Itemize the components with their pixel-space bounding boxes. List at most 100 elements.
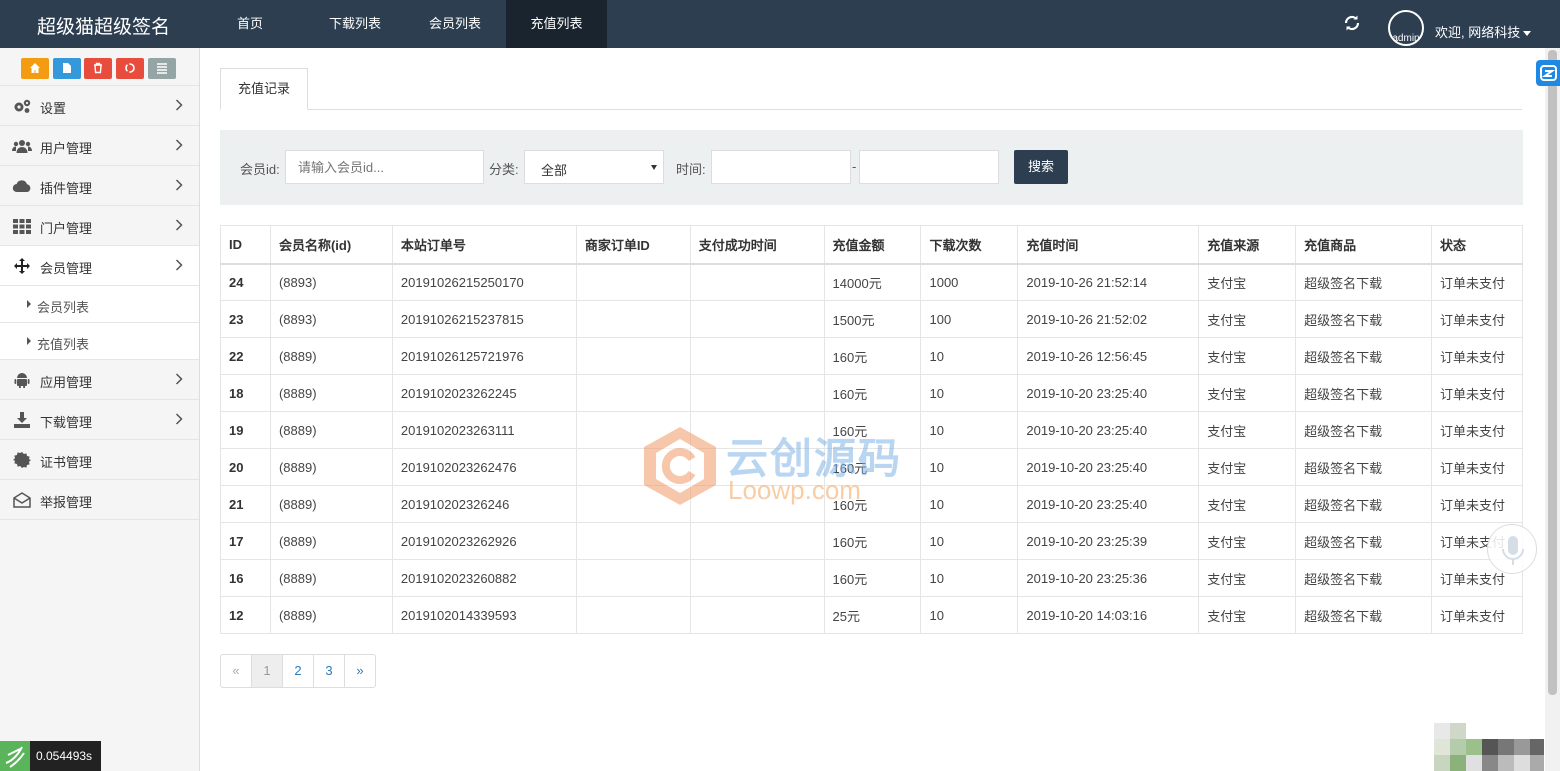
nav-home[interactable]: 首页 [212,0,288,48]
column-header: 商家订单ID [575,225,691,265]
nav-download-list[interactable]: 下载列表 [305,0,405,48]
page-1-button[interactable]: 1 [251,654,283,688]
home-shortcut-button[interactable] [21,58,49,79]
nav-member-list[interactable]: 会员列表 [405,0,505,48]
sidebar-item-reports[interactable]: 举报管理 [0,480,199,520]
top-navbar: 超级猫超级签名 首页 下载列表 会员列表 充值列表 admin 欢迎, 网络科技 [0,0,1560,48]
table-cell: 支付宝 [1198,522,1297,560]
chevron-right-icon [175,179,183,191]
tab-recharge-records[interactable]: 充值记录 [220,68,308,110]
table-cell: 2019-10-20 23:25:40 [1017,448,1200,486]
recycle-shortcut-button[interactable] [116,58,144,79]
table-cell: (8889) [269,411,393,449]
table-cell [689,559,825,597]
sidebar-subitem-recharge-list[interactable]: 充值列表 [0,323,199,360]
table-cell [575,559,691,597]
table-cell: 订单未支付 [1431,596,1523,634]
category-label: 分类: [489,162,519,177]
table-cell: (8889) [269,485,393,523]
sidebar-subitem-member-list[interactable]: 会员列表 [0,286,199,323]
android-icon [14,373,30,388]
sidebar-item-label: 会员管理 [40,261,93,276]
table-cell: 10 [920,374,1019,412]
nav-recharge-list[interactable]: 充值列表 [506,0,607,48]
sidebar-item-label: 下载管理 [40,415,93,430]
table-cell: 2019-10-26 12:56:45 [1017,337,1200,375]
table-cell: 24 [220,263,271,301]
sidebar-item-apps[interactable]: 应用管理 [0,360,199,400]
table-cell: 订单未支付 [1431,263,1523,301]
column-header: 会员名称(id) [269,225,393,265]
pixelated-corner [1434,713,1544,771]
table-cell: 16 [220,559,271,597]
table-cell [689,263,825,301]
search-button[interactable]: 搜索 [1014,150,1068,184]
table-cell: 2019102023263111 [391,411,577,449]
table-row[interactable]: 18 (8889) 2019102023262245 160元 10 2019-10-20… [220,374,1523,412]
watermark-logo [644,427,716,505]
sidebar-item-downloads[interactable]: 下载管理 [0,400,199,440]
member-id-input[interactable] [285,150,484,184]
table-cell: 订单未支付 [1431,448,1523,486]
start-time-input[interactable] [711,150,851,184]
column-header: 充值时间 [1017,225,1200,265]
table-cell: 20 [220,448,271,486]
tab-bar: 充值记录 [220,68,1522,110]
user-menu[interactable]: 欢迎, 网络科技 [1435,22,1532,41]
watermark: 云创源码 Loowp.com [640,425,920,507]
users-icon [12,140,32,153]
page-next-button[interactable]: » [344,654,376,688]
table-cell: 超级签名下载 [1295,448,1433,486]
table-cell: 超级签名下载 [1295,596,1433,634]
page-3-button[interactable]: 3 [313,654,345,688]
app-title[interactable]: 超级猫超级签名 [37,12,170,39]
table-cell [689,522,825,560]
caret-down-icon [1523,31,1532,37]
table-cell: (8893) [269,300,393,338]
page-prev-button[interactable]: « [220,654,252,688]
main-content: 充值记录 会员id: 分类: 全部 时间: - 搜索 ID会员名称(id)本站订… [201,48,1545,771]
trash-shortcut-button[interactable] [84,58,112,79]
page-scrollbar[interactable] [1545,48,1560,771]
download-icon [14,412,30,428]
table-cell: (8889) [269,337,393,375]
table-cell: 25元 [823,596,922,634]
microphone-icon[interactable] [1487,524,1537,574]
trash-icon [94,62,102,74]
table-row[interactable]: 16 (8889) 2019102023260882 160元 10 2019-10-20… [220,559,1523,597]
avatar[interactable]: admin [1388,10,1424,46]
sidebar-item-certificates[interactable]: 证书管理 [0,440,199,480]
table-cell: 23 [220,300,271,338]
sidebar-item-plugins[interactable]: 插件管理 [0,166,199,206]
sidebar-item-portal[interactable]: 门户管理 [0,206,199,246]
file-icon [63,63,71,73]
list-shortcut-button[interactable] [148,58,176,79]
sidebar-item-label: 举报管理 [40,495,93,510]
table-row[interactable]: 12 (8889) 2019102014339593 25元 10 2019-10-20 … [220,596,1523,634]
page-2-button[interactable]: 2 [282,654,314,688]
table-cell: 支付宝 [1198,596,1297,634]
table-cell: 支付宝 [1198,374,1297,412]
floating-tool-icon[interactable] [1536,60,1560,86]
column-header: ID [220,225,271,265]
table-cell [575,596,691,634]
table-row[interactable]: 22 (8889) 20191026125721976 160元 10 2019-10-2… [220,337,1523,375]
end-time-input[interactable] [859,150,999,184]
sidebar-item-label: 证书管理 [40,455,93,470]
file-shortcut-button[interactable] [53,58,81,79]
table-row[interactable]: 23 (8893) 20191026215237815 1500元 100 2019-10… [220,300,1523,338]
table-row[interactable]: 24 (8893) 20191026215250170 14000元 1000 2019-… [220,263,1523,301]
chevron-right-icon [175,99,183,111]
table-cell: 超级签名下载 [1295,522,1433,560]
scroll-thumb[interactable] [1548,50,1557,695]
list-icon [157,63,167,74]
refresh-icon[interactable] [1342,14,1362,34]
sidebar-item-members[interactable]: 会员管理 [0,246,199,286]
sidebar-item-settings[interactable]: 设置 [0,86,199,126]
column-header: 充值金额 [823,225,922,265]
table-row[interactable]: 17 (8889) 2019102023262926 160元 10 2019-10-20… [220,522,1523,560]
sidebar-item-users[interactable]: 用户管理 [0,126,199,166]
category-select[interactable]: 全部 [524,150,664,184]
leaf-icon [0,741,30,771]
page-timer: 0.054493s [0,741,101,771]
